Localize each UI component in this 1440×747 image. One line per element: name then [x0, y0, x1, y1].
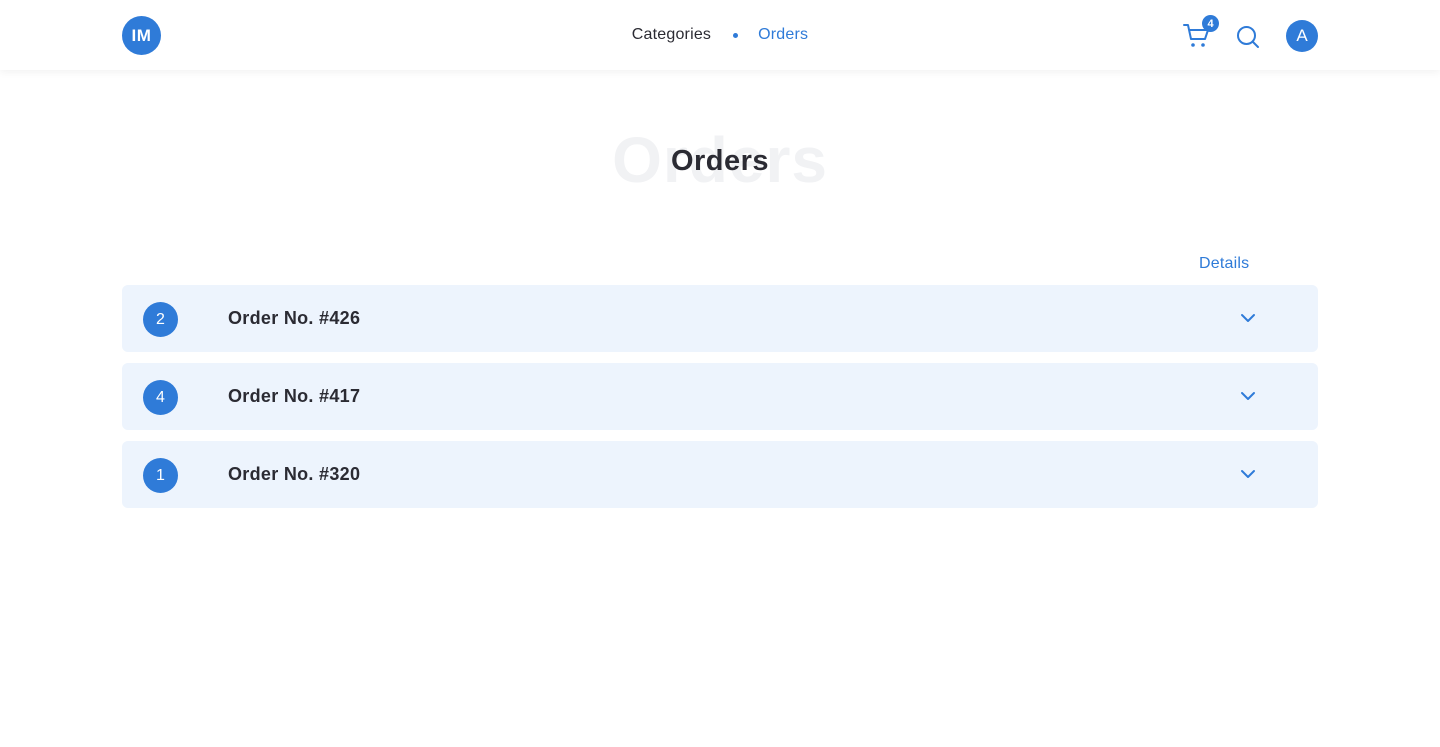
- page-title-block: Orders Orders: [0, 122, 1440, 202]
- orders-list: 2 Order No. #426 4 Order No. #417 1 Orde…: [122, 285, 1318, 519]
- nav-separator-dot: [733, 32, 739, 38]
- search-icon[interactable]: [1236, 25, 1260, 49]
- chevron-down-icon[interactable]: [1239, 311, 1257, 325]
- order-number: Order No. #417: [228, 386, 361, 406]
- page-title: Orders: [670, 145, 770, 177]
- order-row[interactable]: 4 Order No. #417: [122, 363, 1318, 430]
- order-row[interactable]: 2 Order No. #426: [122, 285, 1318, 352]
- order-number: Order No. #320: [228, 464, 361, 484]
- logo[interactable]: IM: [122, 16, 161, 55]
- chevron-down-icon[interactable]: [1239, 389, 1257, 403]
- order-item-count-badge: 1: [143, 458, 178, 493]
- order-item-count-badge: 2: [143, 302, 178, 337]
- details-column-label: Details: [1199, 255, 1250, 272]
- nav-orders[interactable]: Orders: [758, 26, 808, 44]
- main-nav: Categories Orders: [0, 0, 1440, 70]
- order-number: Order No. #426: [228, 308, 361, 328]
- nav-categories[interactable]: Categories: [632, 26, 711, 44]
- order-row[interactable]: 1 Order No. #320: [122, 441, 1318, 508]
- cart-count-badge: 4: [1202, 15, 1219, 32]
- order-item-count-badge: 4: [143, 380, 178, 415]
- chevron-down-icon[interactable]: [1239, 467, 1257, 481]
- top-header: IM Categories Orders 4 A: [0, 0, 1440, 70]
- user-avatar[interactable]: A: [1286, 20, 1318, 52]
